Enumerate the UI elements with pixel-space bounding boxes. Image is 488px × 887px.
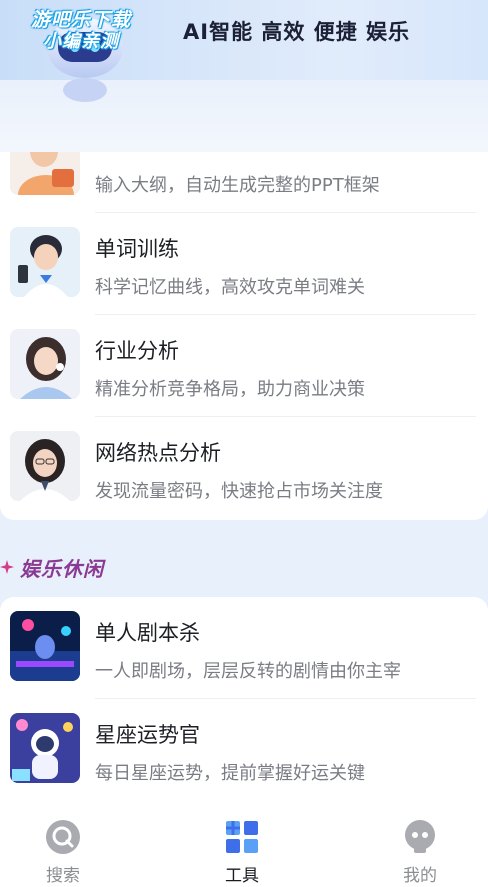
tab-tools[interactable]: 工具 [182, 805, 302, 887]
murder-mystery-thumbnail [10, 611, 80, 681]
tool-item-hot-topic[interactable]: 网络热点分析 发现流量密码，快速抢占市场关注度 [0, 417, 488, 519]
tools-grid-icon [226, 821, 258, 853]
tool-item-desc: 输入大纲，自动生成完整的PPT框架 [95, 175, 380, 196]
word-training-thumbnail [10, 227, 80, 297]
tool-item-desc: 发现流量密码，快速抢占市场关注度 [95, 481, 383, 502]
watermark-line2: 小编亲测 [43, 30, 119, 52]
sparkle-icon [0, 560, 14, 574]
entertainment-item-desc: 一人即剧场，层层反转的剧情由你主宰 [95, 661, 401, 682]
tool-item-title: 行业分析 [95, 339, 179, 363]
hot-topic-thumbnail [10, 431, 80, 501]
tool-item-title: 单词训练 [95, 237, 179, 261]
entertainment-item-horoscope[interactable]: 星座运势官 每日星座运势，提前掌握好运关键 [0, 699, 488, 801]
entertainment-item-desc: 每日星座运势，提前掌握好运关键 [95, 763, 365, 784]
tab-mine[interactable]: 我的 [360, 805, 480, 887]
search-icon [46, 820, 80, 854]
tools-card: 输入大纲，自动生成完整的PPT框架 单词训练 科学记忆曲线，高效攻克单词难关 行… [0, 152, 488, 520]
entertainment-item-murder-mystery[interactable]: 单人剧本杀 一人即剧场，层层反转的剧情由你主宰 [0, 597, 488, 699]
entertainment-item-title: 单人剧本杀 [95, 621, 200, 645]
tool-item-desc: 精准分析竞争格局，助力商业决策 [95, 379, 365, 400]
tool-item-desc: 科学记忆曲线，高效攻克单词难关 [95, 277, 365, 298]
watermark-line1: 游吧乐下载 [30, 9, 131, 31]
watermark-logo: 游吧乐下载 小编亲测 [6, 9, 156, 53]
bottom-tab-bar: 搜索 工具 我的 [0, 805, 488, 887]
tab-search[interactable]: 搜索 [3, 805, 123, 887]
entertainment-card: 单人剧本杀 一人即剧场，层层反转的剧情由你主宰 星座运势官 每日星座运势，提前掌… [0, 597, 488, 817]
entertainment-item-title: 星座运势官 [95, 723, 200, 747]
horoscope-thumbnail [10, 713, 80, 783]
tool-item-word-training[interactable]: 单词训练 科学记忆曲线，高效攻克单词难关 [0, 213, 488, 315]
top-banner: 游吧乐下载 小编亲测 AI智能 高效 便捷 娱乐 [0, 0, 488, 152]
tool-item-ppt[interactable]: 输入大纲，自动生成完整的PPT框架 [0, 152, 488, 213]
ppt-assistant-thumbnail [10, 152, 80, 195]
industry-analysis-thumbnail [10, 329, 80, 399]
tab-label: 我的 [403, 866, 437, 886]
section-title: 娱乐休闲 [20, 556, 104, 581]
entertainment-section-header: 娱乐休闲 [0, 553, 104, 581]
tab-label: 搜索 [46, 866, 80, 886]
tool-item-industry-analysis[interactable]: 行业分析 精准分析竞争格局，助力商业决策 [0, 315, 488, 417]
tab-label: 工具 [225, 866, 259, 886]
banner-tagline: AI智能 高效 便捷 娱乐 [183, 20, 410, 44]
tool-item-title: 网络热点分析 [95, 441, 221, 465]
profile-face-icon [405, 820, 435, 853]
